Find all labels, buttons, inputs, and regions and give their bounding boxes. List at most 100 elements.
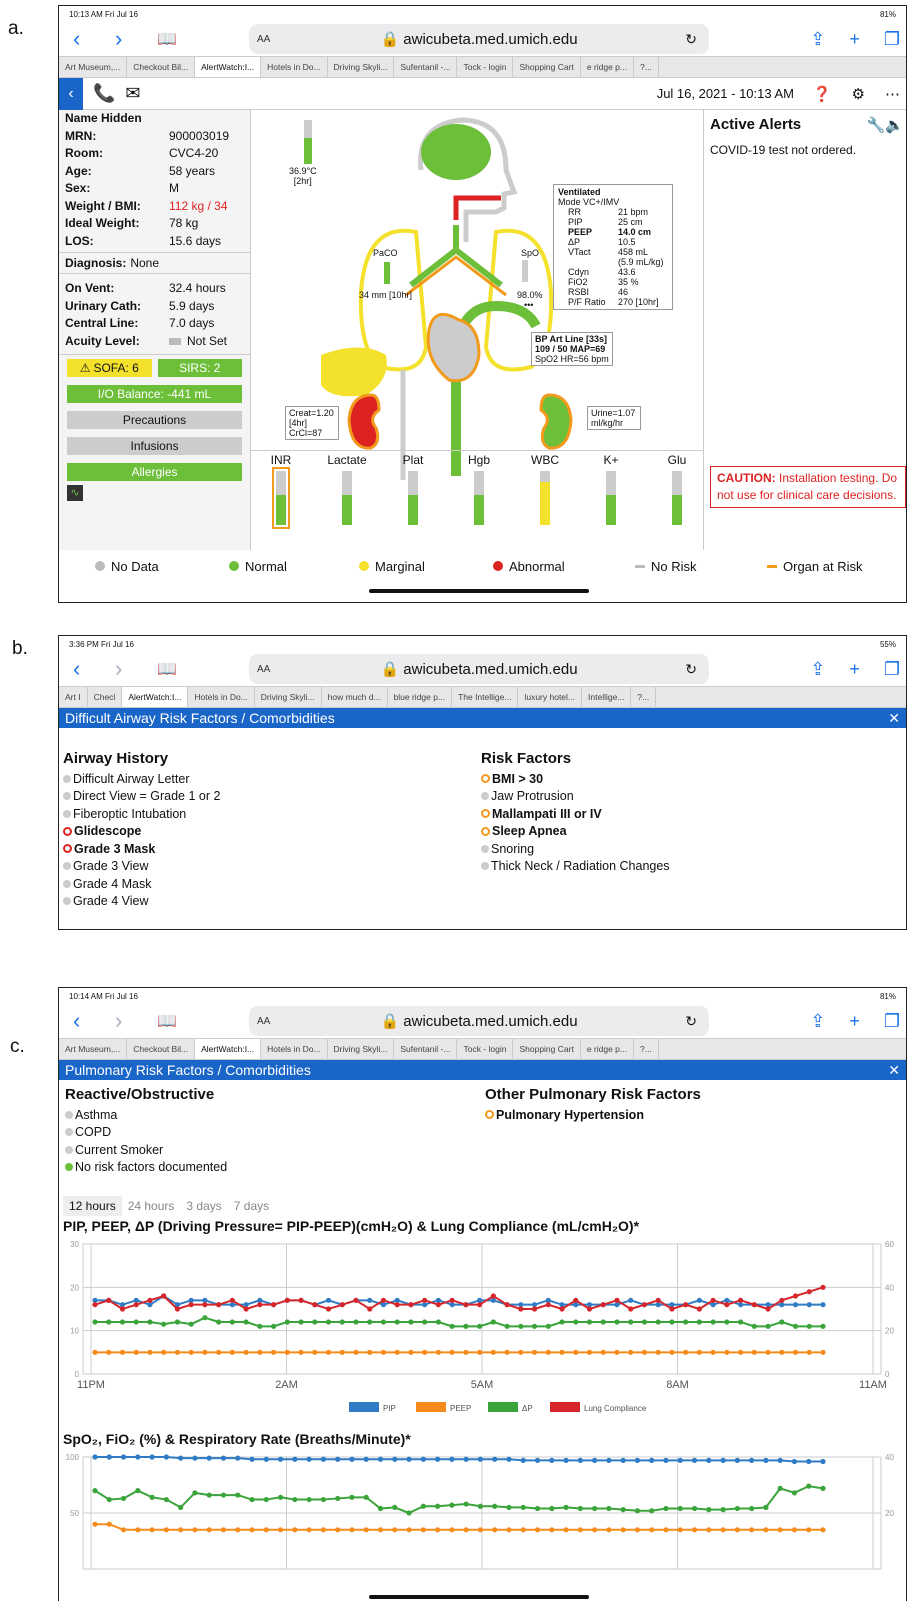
bp-box[interactable]: BP Art Line [33s] 109 / 50 MAP=69 SpO2 H… — [531, 332, 613, 366]
browser-tab[interactable]: Checl — [88, 687, 123, 707]
allergies-button[interactable]: Allergies — [67, 463, 242, 481]
forward-icon[interactable]: › — [115, 26, 157, 52]
lab-column[interactable]: Lactate — [327, 453, 367, 525]
urine-box[interactable]: Urine=1.07 ml/kg/hr — [587, 406, 641, 430]
data-point — [367, 1349, 373, 1355]
data-point — [149, 1527, 155, 1533]
browser-tab[interactable]: e ridge p... — [581, 57, 634, 77]
text-size-icon[interactable]: AA — [257, 1016, 270, 1027]
infusions-button[interactable]: Infusions — [67, 437, 242, 455]
browser-tab[interactable]: Tock - login — [457, 1039, 514, 1059]
browser-tab[interactable]: Sufentanil -... — [394, 57, 458, 77]
io-balance-button[interactable]: I/O Balance: -441 mL — [67, 385, 242, 403]
text-size-icon[interactable]: AA — [257, 34, 270, 45]
mail-icon[interactable]: ✉ — [125, 83, 140, 104]
data-point — [734, 1527, 740, 1533]
creatinine-box[interactable]: Creat=1.20 [4hr] CrCl=87 — [285, 406, 339, 440]
browser-tab[interactable]: AlertWatch:I... — [195, 57, 262, 77]
wrench-sound-icon[interactable]: 🔧🔈 — [867, 116, 904, 134]
data-point — [463, 1456, 469, 1462]
lab-column[interactable]: Glu — [657, 453, 697, 525]
url-bar[interactable]: AA 🔒 awicubeta.med.umich.edu ↻ — [249, 1006, 709, 1036]
browser-tab[interactable]: Art Museum,... — [59, 57, 128, 77]
lab-column[interactable]: WBC — [525, 453, 565, 525]
browser-tab[interactable]: Checkout Bil... — [127, 57, 196, 77]
browser-tab[interactable]: luxury hotel... — [518, 687, 583, 707]
share-icon[interactable]: ⇪ — [810, 29, 825, 50]
alert-item[interactable]: COVID-19 test not ordered. — [704, 139, 906, 161]
new-tab-icon[interactable]: + — [849, 29, 860, 50]
reload-icon[interactable]: ↻ — [685, 661, 697, 678]
forward-icon[interactable]: › — [115, 656, 157, 682]
status-bar: 10:13 AM Fri Jul 16 81% — [59, 6, 906, 22]
range-tab[interactable]: 3 days — [180, 1196, 227, 1216]
lab-column[interactable]: K+ — [591, 453, 631, 525]
settings-gear-icon[interactable]: ⚙ — [852, 85, 865, 103]
tabs-icon[interactable]: ❐ — [884, 659, 900, 680]
help-icon[interactable]: ❓ — [813, 85, 832, 103]
browser-tab[interactable]: Sufentanil -... — [394, 1039, 458, 1059]
text-size-icon[interactable]: AA — [257, 664, 270, 675]
browser-tab[interactable]: Hotels in Do... — [188, 687, 255, 707]
browser-tab[interactable]: ?... — [634, 1039, 659, 1059]
url-bar[interactable]: AA 🔒 awicubeta.med.umich.edu ↻ — [249, 654, 709, 684]
lab-column[interactable]: Plat — [393, 453, 433, 525]
more-icon[interactable]: ⋯ — [885, 85, 900, 103]
browser-tab[interactable]: AlertWatch:I... — [195, 1039, 262, 1059]
browser-tab[interactable]: Driving Skyli... — [328, 57, 395, 77]
close-icon[interactable]: ✕ — [888, 710, 900, 727]
back-icon[interactable]: ‹ — [73, 26, 115, 52]
data-point — [806, 1349, 812, 1355]
browser-tab[interactable]: Shopping Cart — [513, 1039, 581, 1059]
data-point — [820, 1458, 826, 1465]
precautions-button[interactable]: Precautions — [67, 411, 242, 429]
bookmarks-icon[interactable]: 📖 — [157, 29, 199, 49]
browser-tab[interactable]: Hotels in Do... — [261, 1039, 328, 1059]
share-icon[interactable]: ⇪ — [810, 1011, 825, 1032]
browser-tab[interactable]: Checkout Bil... — [127, 1039, 196, 1059]
phone-icon[interactable]: 📞 — [93, 83, 115, 104]
back-icon[interactable]: ‹ — [73, 656, 115, 682]
range-tab[interactable]: 7 days — [228, 1196, 275, 1216]
browser-tab[interactable]: AlertWatch:I... — [122, 687, 189, 707]
browser-tab[interactable]: Tock - login — [457, 57, 514, 77]
waveform-icon[interactable]: ∿ — [67, 485, 83, 501]
lab-column[interactable]: INR — [261, 453, 301, 529]
tabs-icon[interactable]: ❐ — [884, 1011, 900, 1032]
close-icon[interactable]: ✕ — [888, 1062, 900, 1079]
browser-tab[interactable]: blue ridge p... — [388, 687, 453, 707]
browser-tab[interactable]: Driving Skyli... — [328, 1039, 395, 1059]
browser-tab[interactable]: The Intellige... — [452, 687, 519, 707]
ventilator-box[interactable]: Ventilated Mode VC+/IMV RR 21 bpm PIP 25 cm… — [553, 184, 673, 310]
data-point — [434, 1456, 441, 1462]
range-tab[interactable]: 12 hours — [63, 1196, 122, 1216]
bookmarks-icon[interactable]: 📖 — [157, 1011, 199, 1031]
browser-tab[interactable]: Art I — [59, 687, 88, 707]
browser-tab[interactable]: Shopping Cart — [513, 57, 581, 77]
browser-tab[interactable]: Driving Skyli... — [255, 687, 322, 707]
back-icon[interactable]: ‹ — [73, 1008, 115, 1034]
new-tab-icon[interactable]: + — [849, 659, 860, 680]
data-point — [106, 1297, 112, 1303]
browser-tab[interactable]: e ridge p... — [581, 1039, 634, 1059]
share-icon[interactable]: ⇪ — [810, 659, 825, 680]
browser-tab[interactable]: Art Museum,... — [59, 1039, 128, 1059]
browser-tab[interactable]: ?... — [634, 57, 659, 77]
tabs-icon[interactable]: ❐ — [884, 29, 900, 50]
app-back-icon[interactable]: ‹ — [59, 77, 83, 110]
range-tab[interactable]: 24 hours — [122, 1196, 181, 1216]
sirs-button[interactable]: SIRS: 2 — [157, 359, 242, 377]
forward-icon[interactable]: › — [115, 1008, 157, 1034]
browser-tab[interactable]: ?... — [631, 687, 657, 707]
lab-column[interactable]: Hgb — [459, 453, 499, 525]
bookmarks-icon[interactable]: 📖 — [157, 659, 199, 679]
data-point — [696, 1306, 702, 1312]
new-tab-icon[interactable]: + — [849, 1011, 860, 1032]
reload-icon[interactable]: ↻ — [685, 31, 697, 48]
url-bar[interactable]: AA 🔒 awicubeta.med.umich.edu ↻ — [249, 24, 709, 54]
browser-tab[interactable]: Hotels in Do... — [261, 57, 328, 77]
reload-icon[interactable]: ↻ — [685, 1013, 697, 1030]
browser-tab[interactable]: how much d... — [322, 687, 388, 707]
browser-tab[interactable]: Intellige... — [582, 687, 632, 707]
sofa-button[interactable]: ⚠ SOFA: 6 — [67, 359, 152, 377]
